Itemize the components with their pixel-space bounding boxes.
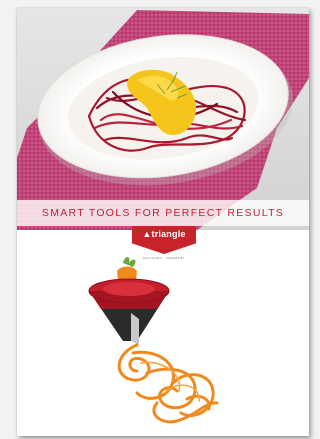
triangle-logo-icon: ▲ — [142, 229, 152, 239]
brand-logo-text: ▲triangle — [132, 229, 196, 239]
brochure-page: SMART TOOLS FOR PERFECT RESULTS ▲triangl… — [17, 8, 309, 436]
brand-name: triangle — [151, 229, 186, 239]
brand-logo: ▲triangle — [132, 226, 196, 254]
hero-photo — [17, 8, 309, 230]
spiral-slicer-product-image — [88, 257, 219, 424]
tagline: SMART TOOLS FOR PERFECT RESULTS — [17, 200, 309, 226]
